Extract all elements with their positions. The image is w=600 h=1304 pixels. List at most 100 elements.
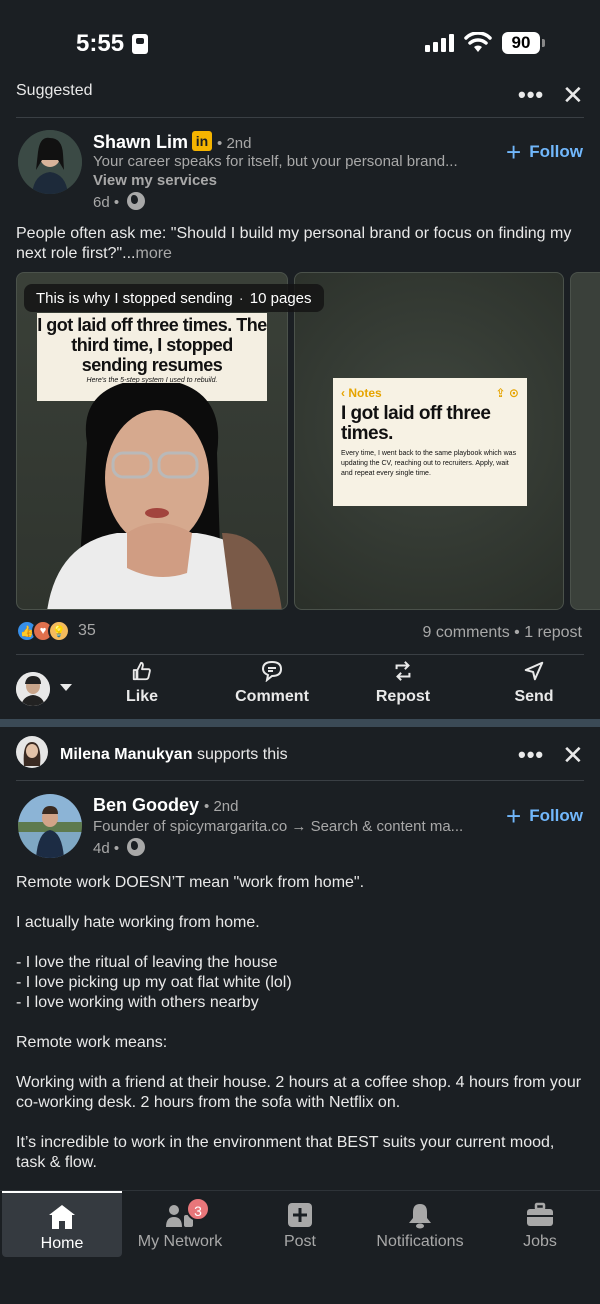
context-suffix: supports this <box>196 746 288 763</box>
note-card: ‹ Notes ⇪ ⊙ I got laid off three times. … <box>333 378 527 506</box>
connection-degree: 2nd <box>226 135 252 152</box>
context-label: Suggested <box>16 82 93 99</box>
bottom-tab-bar: Home 3 My Network Post Notifications Job… <box>0 1190 600 1304</box>
document-slide-1[interactable]: I got laid off three times. The third ti… <box>16 272 288 610</box>
view-services-link[interactable]: View my services <box>93 172 217 189</box>
tab-home[interactable]: Home <box>2 1191 122 1257</box>
author-name-text[interactable]: Ben Goodey <box>93 795 199 815</box>
document-slide-2[interactable]: ‹ Notes ⇪ ⊙ I got laid off three times. … <box>294 272 564 610</box>
actor-avatar-image <box>16 672 50 706</box>
more-options-icon[interactable]: ••• <box>518 82 544 108</box>
post-paragraph: Remote work means: <box>16 1034 168 1051</box>
post-text: People often ask me: "Should I build my … <box>16 224 586 264</box>
like-button[interactable]: Like <box>92 660 192 706</box>
id-card-icon <box>132 34 149 54</box>
battery-icon: 90 <box>502 32 545 54</box>
divider <box>16 780 584 781</box>
tab-home-label: Home <box>40 1235 84 1252</box>
reactions-summary[interactable]: 👍 ♥ 💡 35 <box>16 620 96 642</box>
reposts-count[interactable]: 1 repost <box>524 624 582 641</box>
divider <box>16 654 584 655</box>
post-context-bar: Suggested ••• ✕ <box>0 78 600 116</box>
supporter-avatar[interactable] <box>16 736 48 768</box>
avatar-photo <box>18 794 82 858</box>
note-back: ‹ Notes <box>341 386 382 400</box>
post-text-main: People often ask me: "Should I build my … <box>16 225 572 262</box>
insightful-reaction-icon: 💡 <box>48 620 70 642</box>
document-title-pill: This is why I stopped sending · 10 pages <box>24 284 324 312</box>
post-meta: 6d • <box>93 192 146 211</box>
document-title: This is why I stopped sending <box>36 289 233 307</box>
cover-title: I got laid off three times. The third ti… <box>37 315 267 375</box>
actor-avatar[interactable] <box>16 672 50 706</box>
author-portrait-image <box>47 383 282 609</box>
tab-network-label: My Network <box>137 1233 223 1250</box>
comment-label: Comment <box>235 688 309 705</box>
clock-text: 5:55 <box>76 30 125 57</box>
post-age: 4d <box>93 840 110 857</box>
comment-button[interactable]: Comment <box>222 660 322 706</box>
post-paragraph: - I love working with others nearby <box>16 994 259 1011</box>
wifi-icon <box>464 32 492 52</box>
author-headline: Founder of spicymargarita.co → Search & … <box>93 818 464 835</box>
bell-icon <box>409 1204 431 1229</box>
post-paragraph: Working with a friend at their house. 2 … <box>16 1074 582 1111</box>
send-label: Send <box>514 688 554 705</box>
plus-icon: + <box>506 801 522 831</box>
tab-post[interactable]: Post <box>240 1191 360 1257</box>
notification-badge: 3 <box>186 1197 210 1221</box>
author-avatar[interactable] <box>18 130 82 194</box>
status-bar: 5:55 90 <box>0 0 600 80</box>
post-paragraph: - I love picking up my oat flat white (l… <box>16 974 292 991</box>
repost-icon <box>395 661 411 681</box>
repost-label: Repost <box>375 688 431 705</box>
follow-button[interactable]: + Follow <box>506 139 583 165</box>
supporter-name[interactable]: Milena Manukyan <box>60 746 192 763</box>
globe-icon <box>127 192 146 210</box>
comment-icon <box>261 660 283 682</box>
tab-jobs[interactable]: Jobs <box>480 1191 600 1257</box>
home-icon <box>49 1205 75 1229</box>
linkedin-premium-icon: in <box>192 131 213 151</box>
author-headline: Your career speaks for itself, but your … <box>93 153 458 170</box>
like-icon <box>132 661 151 681</box>
cellular-signal-icon <box>425 34 454 52</box>
tab-notifications[interactable]: Notifications <box>360 1191 480 1257</box>
close-icon[interactable]: ✕ <box>562 80 584 111</box>
post-paragraph: I actually hate working from home. <box>16 914 260 931</box>
follow-button[interactable]: + Follow <box>506 803 583 829</box>
feed-separator <box>0 719 600 727</box>
document-slide-3[interactable] <box>570 272 600 610</box>
post-age: 6d <box>93 194 110 211</box>
author-avatar[interactable] <box>18 794 82 858</box>
tab-post-label: Post <box>283 1233 316 1250</box>
post-context-bar: Milena Manukyan supports this ••• ✕ <box>0 736 600 772</box>
context-text: Milena Manukyan supports this <box>60 746 288 764</box>
status-time: 5:55 <box>76 30 149 58</box>
follow-label: Follow <box>529 142 584 161</box>
more-options-icon[interactable]: ••• <box>518 742 544 768</box>
chevron-down-icon[interactable] <box>60 684 72 691</box>
briefcase-icon <box>527 1202 553 1226</box>
send-button[interactable]: Send <box>484 660 584 706</box>
document-page-count: 10 pages <box>249 289 312 307</box>
add-post-icon <box>288 1203 312 1227</box>
tab-my-network[interactable]: 3 My Network <box>120 1191 240 1257</box>
avatar-photo <box>18 130 82 194</box>
repost-button[interactable]: Repost <box>353 660 453 706</box>
post-paragraph: Remote work DOESN’T mean "work from home… <box>16 874 365 891</box>
note-back-label: Notes <box>348 386 382 400</box>
connection-degree: 2nd <box>213 798 239 815</box>
author-name[interactable]: Shawn Lim in • 2nd <box>93 131 251 153</box>
divider <box>16 117 584 118</box>
author-name[interactable]: Ben Goodey • 2nd <box>93 795 238 816</box>
see-more-link[interactable]: more <box>136 245 172 262</box>
close-icon[interactable]: ✕ <box>562 740 584 771</box>
author-name-text[interactable]: Shawn Lim <box>93 132 188 152</box>
comments-reposts[interactable]: 9 comments • 1 repost <box>423 624 582 642</box>
follow-label: Follow <box>529 806 584 825</box>
comments-count[interactable]: 9 comments <box>423 624 510 641</box>
post-paragraph: - I love the ritual of leaving the house <box>16 954 278 971</box>
note-share-icon: ⇪ ⊙ <box>495 386 519 400</box>
plus-icon: + <box>506 137 522 167</box>
